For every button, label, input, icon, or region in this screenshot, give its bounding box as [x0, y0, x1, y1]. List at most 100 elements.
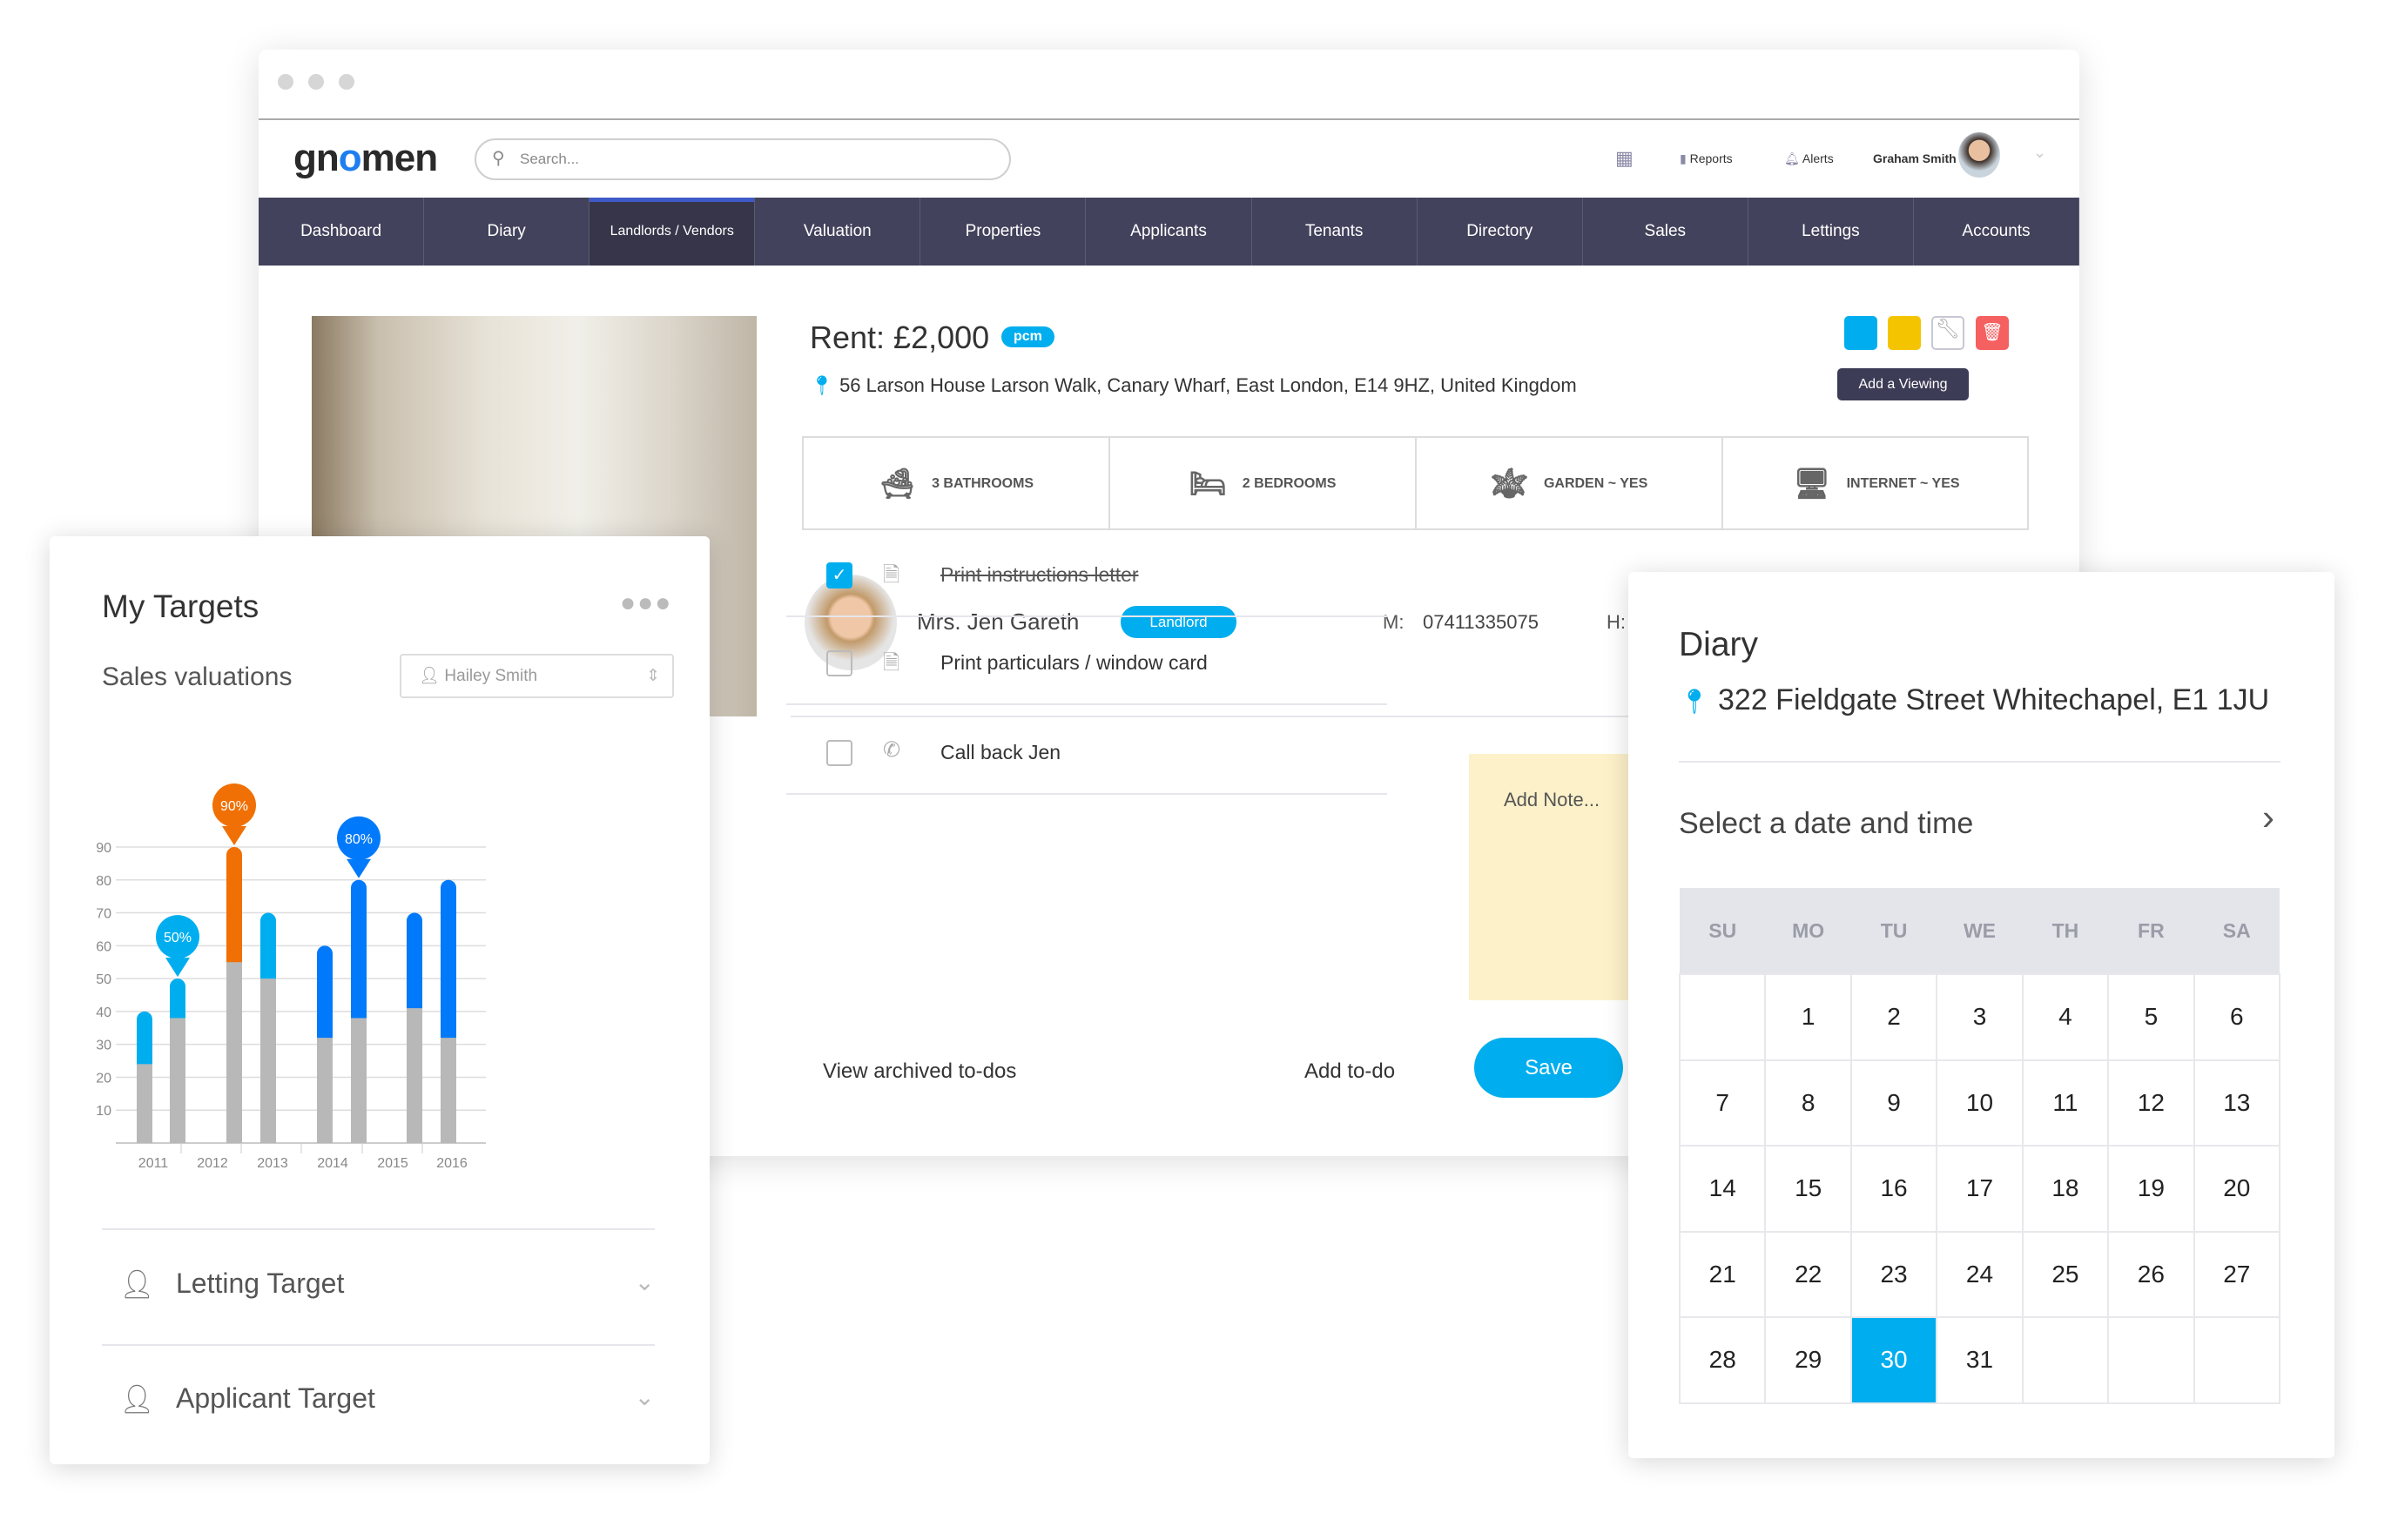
search-input[interactable]: ⚲ Search...: [475, 138, 1011, 180]
nav-tab[interactable]: Accounts: [1914, 198, 2079, 266]
mobile-number[interactable]: 07411335075: [1423, 611, 1539, 634]
bar-segment-top: [260, 912, 276, 987]
calendar-day[interactable]: 17: [1936, 1145, 2024, 1233]
calendar-day[interactable]: 10: [1936, 1059, 2024, 1147]
calendar-day[interactable]: 5: [2107, 973, 2195, 1061]
calendar-icon[interactable]: ▦: [1615, 145, 1634, 171]
logo[interactable]: gnomen: [293, 137, 438, 180]
calendar-day[interactable]: 3: [1936, 973, 2024, 1061]
gallery-icon[interactable]: [1844, 316, 1877, 350]
calendar-day[interactable]: 23: [1849, 1230, 1938, 1318]
feature-label: GARDEN ~ YES: [1543, 476, 1648, 491]
x-tick-label: 2014: [317, 1156, 348, 1171]
contact-name[interactable]: Mrs. Jen Gareth: [917, 609, 1079, 636]
bubble-tail: [347, 858, 371, 878]
bar-segment-base: [137, 1064, 152, 1143]
calendar-day[interactable]: 19: [2107, 1145, 2195, 1233]
calendar-day[interactable]: 20: [2193, 1145, 2281, 1233]
add-todo-link[interactable]: Add to-do: [1304, 1059, 1395, 1084]
calendar-add-icon[interactable]: [1888, 316, 1921, 350]
feature-label: 2 BEDROOMS: [1242, 476, 1337, 491]
nav-tab[interactable]: Sales: [1583, 198, 1748, 266]
view-archived-link[interactable]: View archived to-dos: [823, 1059, 1016, 1084]
divider: [786, 793, 1387, 795]
calendar-day[interactable]: 12: [2107, 1059, 2195, 1147]
tooltip: Add a Viewing: [1837, 368, 1969, 400]
todo-text[interactable]: Call back Jen: [940, 741, 1061, 764]
nav-tab[interactable]: Diary: [424, 198, 590, 266]
calendar-day[interactable]: 25: [2021, 1230, 2110, 1318]
calendar-day[interactable]: 11: [2021, 1059, 2110, 1147]
user-name[interactable]: Graham Smith: [1873, 145, 1957, 171]
calendar-day[interactable]: 24: [1936, 1230, 2024, 1318]
location-pin-icon: 📍︎: [810, 374, 834, 396]
save-button[interactable]: Save: [1474, 1038, 1623, 1098]
my-targets-card: My Targets ●●● Sales valuations 👤︎ Haile…: [50, 536, 710, 1464]
weekday-header: SA: [2193, 888, 2280, 974]
calendar-day[interactable]: 9: [1849, 1059, 1938, 1147]
calendar-day[interactable]: 1: [1764, 973, 1852, 1061]
applicant-target-row[interactable]: 👤︎ Applicant Target ⌄: [102, 1382, 655, 1417]
letting-target-row[interactable]: 👤︎ Letting Target ⌄: [102, 1268, 655, 1302]
calendar-day[interactable]: 6: [2193, 973, 2281, 1061]
nav-tab[interactable]: Lettings: [1748, 198, 1914, 266]
weekday-row: SU MO TU WE TH FR SA: [1680, 888, 2280, 974]
todo-text[interactable]: Print instructions letter: [940, 563, 1139, 587]
nav-tab[interactable]: Applicants: [1086, 198, 1252, 266]
calendar-day[interactable]: 15: [1764, 1145, 1852, 1233]
calendar-day[interactable]: 14: [1678, 1145, 1767, 1233]
phone-icon: ✆: [883, 738, 901, 762]
week-row: 28 29 30 31: [1678, 1316, 2281, 1404]
calendar-day[interactable]: 30: [1849, 1316, 1938, 1404]
feature-item: 🖥︎ INTERNET ~ YES: [1723, 438, 2030, 530]
nav-tab[interactable]: Directory: [1418, 198, 1583, 266]
y-tick-label: 60: [96, 939, 111, 954]
todo-text[interactable]: Print particulars / window card: [940, 651, 1208, 675]
calendar-day[interactable]: 18: [2021, 1145, 2110, 1233]
feature-item: 🪴︎ GARDEN ~ YES: [1417, 438, 1723, 530]
bar-segment-top: [441, 879, 456, 1046]
todo-checkbox[interactable]: ✓: [826, 562, 852, 588]
window-dot: [339, 74, 354, 90]
nav-tab[interactable]: Valuation: [755, 198, 921, 266]
x-tick-label: 2016: [436, 1156, 468, 1171]
calendar-day[interactable]: 2: [1849, 973, 1938, 1061]
diary-address: 📍︎ 322 Fieldgate Street Whitechapel, E1 …: [1679, 683, 2270, 716]
calendar-day[interactable]: 16: [1849, 1145, 1938, 1233]
weekday-header: TU: [1850, 888, 1937, 974]
nav-tab[interactable]: Landlords / Vendors: [589, 198, 756, 266]
reports-link[interactable]: ▮ Reports: [1680, 145, 1733, 171]
chevron-down-icon[interactable]: ⌄: [2033, 144, 2046, 162]
y-tick-label: 70: [96, 907, 111, 922]
calendar-day[interactable]: 22: [1764, 1230, 1852, 1318]
avatar[interactable]: [1958, 132, 2000, 178]
person-icon: 👤︎: [119, 1383, 155, 1415]
calendar-day[interactable]: 13: [2193, 1059, 2281, 1147]
calendar-day[interactable]: 7: [1678, 1059, 1767, 1147]
nav-tab[interactable]: Properties: [920, 198, 1087, 266]
calendar-day[interactable]: 21: [1678, 1230, 1767, 1318]
calendar-day[interactable]: 26: [2107, 1230, 2195, 1318]
x-tick-label: 2013: [257, 1156, 288, 1171]
chevron-right-icon[interactable]: ›: [2262, 797, 2274, 838]
todo-checkbox[interactable]: [826, 740, 852, 766]
calendar-day[interactable]: 4: [2021, 973, 2110, 1061]
calendar-day[interactable]: 31: [1936, 1316, 2024, 1404]
mobile-label: M:: [1383, 611, 1405, 633]
calendar-day[interactable]: 8: [1764, 1059, 1852, 1147]
diary-title: Diary: [1679, 626, 1759, 663]
nav-tab[interactable]: Dashboard: [259, 198, 425, 266]
week-row: 14 15 16 17 18 19 20: [1678, 1145, 2281, 1233]
divider: [786, 703, 1387, 705]
wrench-icon[interactable]: 🔧︎: [1931, 316, 1964, 350]
divider: [102, 1228, 655, 1230]
todo-checkbox[interactable]: [826, 650, 852, 676]
nav-tab[interactable]: Tenants: [1252, 198, 1418, 266]
chevron-down-icon: ⌄: [634, 1383, 655, 1410]
calendar-day[interactable]: 27: [2193, 1230, 2281, 1318]
trash-icon[interactable]: 🗑︎: [1976, 316, 2009, 350]
calendar-day[interactable]: 28: [1678, 1316, 1767, 1404]
weekday-header: FR: [2108, 888, 2194, 974]
alerts-link[interactable]: 🔔︎ Alerts: [1784, 145, 1834, 171]
calendar-day[interactable]: 29: [1764, 1316, 1852, 1404]
